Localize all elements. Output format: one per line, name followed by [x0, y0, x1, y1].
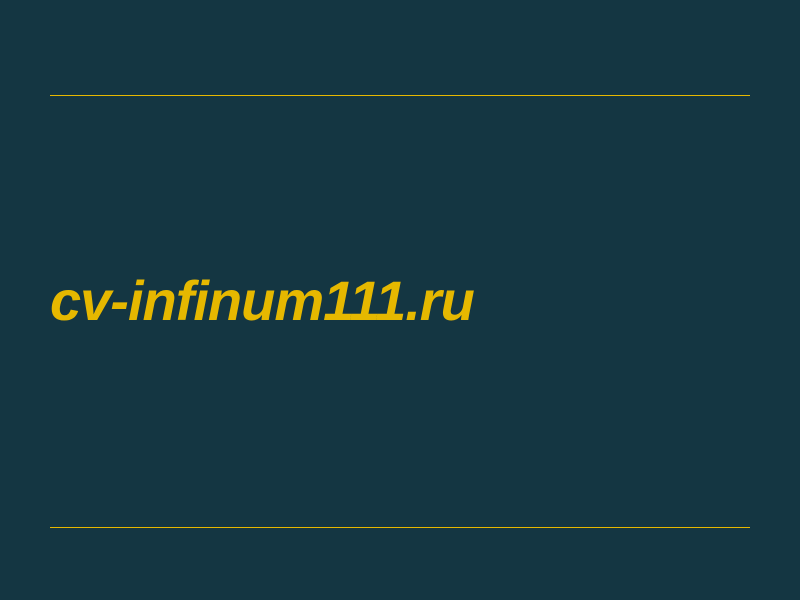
divider-bottom — [50, 527, 750, 528]
divider-top — [50, 95, 750, 96]
domain-name-text: cv-infinum111.ru — [50, 268, 750, 333]
